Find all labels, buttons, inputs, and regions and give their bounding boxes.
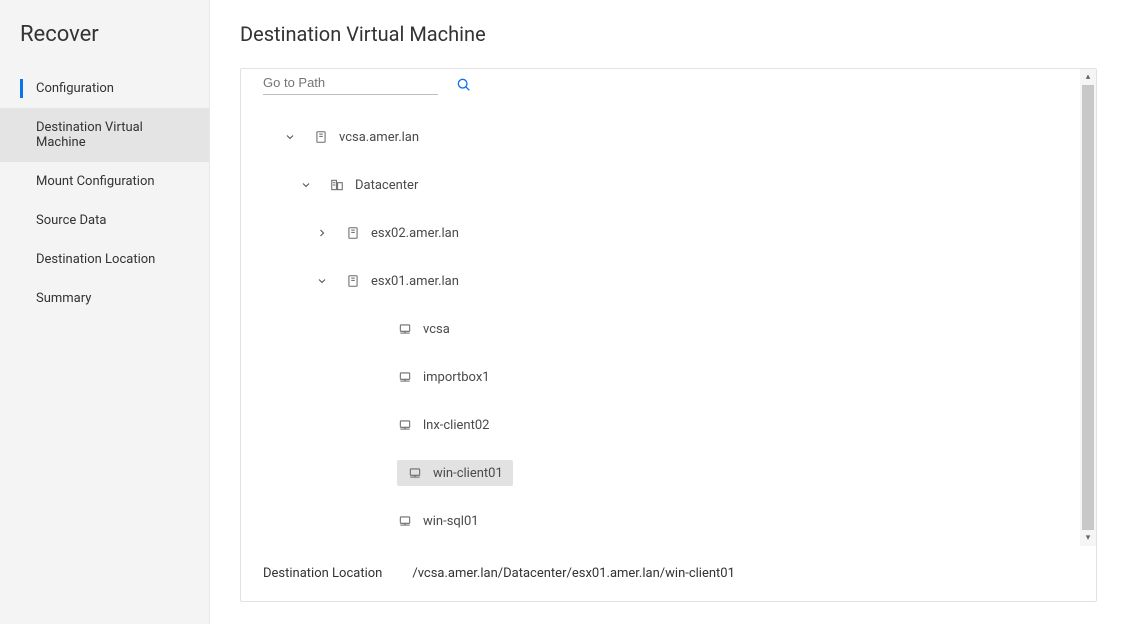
vm-icon — [397, 513, 413, 529]
sidebar-item-mount-configuration[interactable]: Mount Configuration — [0, 162, 209, 201]
host-icon — [313, 129, 329, 145]
destination-footer: Destination Location /vcsa.amer.lan/Data… — [241, 546, 1096, 601]
sidebar-title: Recover — [0, 22, 209, 69]
tree-node-vcsa-amer-lan[interactable]: vcsa.amer.lan — [263, 113, 1074, 161]
search-row — [263, 69, 1074, 95]
selected-node-chip[interactable]: win-client01 — [397, 460, 513, 486]
page-title: Destination Virtual Machine — [240, 22, 1097, 46]
tree-node-esx01-amer-lan[interactable]: esx01.amer.lan — [263, 257, 1074, 305]
tree-node-label: Datacenter — [355, 178, 418, 193]
scrollbar[interactable]: ▴ ▾ — [1080, 69, 1096, 546]
host-icon — [345, 225, 361, 241]
tree-node-label: win-sql01 — [423, 514, 479, 529]
tree-node-label: vcsa.amer.lan — [339, 130, 419, 145]
vm-icon — [407, 465, 423, 481]
destination-location-path: /vcsa.amer.lan/Datacenter/esx01.amer.lan… — [412, 566, 735, 581]
destination-location-label: Destination Location — [263, 566, 382, 581]
tree-node-win-sql01[interactable]: win-sql01 — [263, 497, 1074, 545]
tree-node-datacenter[interactable]: Datacenter — [263, 161, 1074, 209]
host-icon — [345, 273, 361, 289]
tree-node-vcsa[interactable]: vcsa — [263, 305, 1074, 353]
tree-node-lnx-client02[interactable]: lnx-client02 — [263, 401, 1074, 449]
scroll-up-button[interactable]: ▴ — [1080, 69, 1096, 85]
sidebar: Recover ConfigurationDestination Virtual… — [0, 0, 210, 624]
sidebar-item-summary[interactable]: Summary — [0, 279, 209, 318]
tree-node-esx02-amer-lan[interactable]: esx02.amer.lan — [263, 209, 1074, 257]
sidebar-item-configuration[interactable]: Configuration — [0, 69, 209, 108]
tree-node-label: lnx-client02 — [423, 418, 489, 433]
datacenter-icon — [329, 177, 345, 193]
search-icon[interactable] — [456, 77, 472, 93]
vm-picker-panel: vcsa.amer.lan Datacenter esx02.amer.lan esx… — [240, 68, 1097, 602]
vm-tree: vcsa.amer.lan Datacenter esx02.amer.lan esx… — [263, 95, 1074, 546]
sidebar-item-destination-virtual-machine[interactable]: Destination Virtual Machine — [0, 108, 209, 162]
tree-node-label: esx01.amer.lan — [371, 274, 459, 289]
panel-top: vcsa.amer.lan Datacenter esx02.amer.lan esx… — [241, 69, 1096, 546]
chevron-down-icon[interactable] — [281, 128, 299, 146]
vm-icon — [397, 417, 413, 433]
tree-node-importbox1[interactable]: importbox1 — [263, 353, 1074, 401]
chevron-down-icon[interactable] — [313, 272, 331, 290]
main: Destination Virtual Machine vcsa.amer.la… — [210, 0, 1127, 624]
chevron-down-icon[interactable] — [297, 176, 315, 194]
vm-icon — [397, 369, 413, 385]
chevron-right-icon[interactable] — [313, 224, 331, 242]
sidebar-nav: ConfigurationDestination Virtual Machine… — [0, 69, 209, 318]
scroll-down-button[interactable]: ▾ — [1080, 530, 1096, 546]
scrollbar-thumb[interactable] — [1082, 85, 1094, 530]
go-to-path-input[interactable] — [263, 71, 438, 95]
tree-node-label: win-client01 — [433, 466, 503, 481]
sidebar-item-destination-location[interactable]: Destination Location — [0, 240, 209, 279]
tree-node-win-client01[interactable]: win-client01 — [263, 449, 1074, 497]
sidebar-item-source-data[interactable]: Source Data — [0, 201, 209, 240]
vm-icon — [397, 321, 413, 337]
tree-node-label: vcsa — [423, 322, 450, 337]
tree-node-label: importbox1 — [423, 370, 490, 385]
tree-node-label: esx02.amer.lan — [371, 226, 459, 241]
